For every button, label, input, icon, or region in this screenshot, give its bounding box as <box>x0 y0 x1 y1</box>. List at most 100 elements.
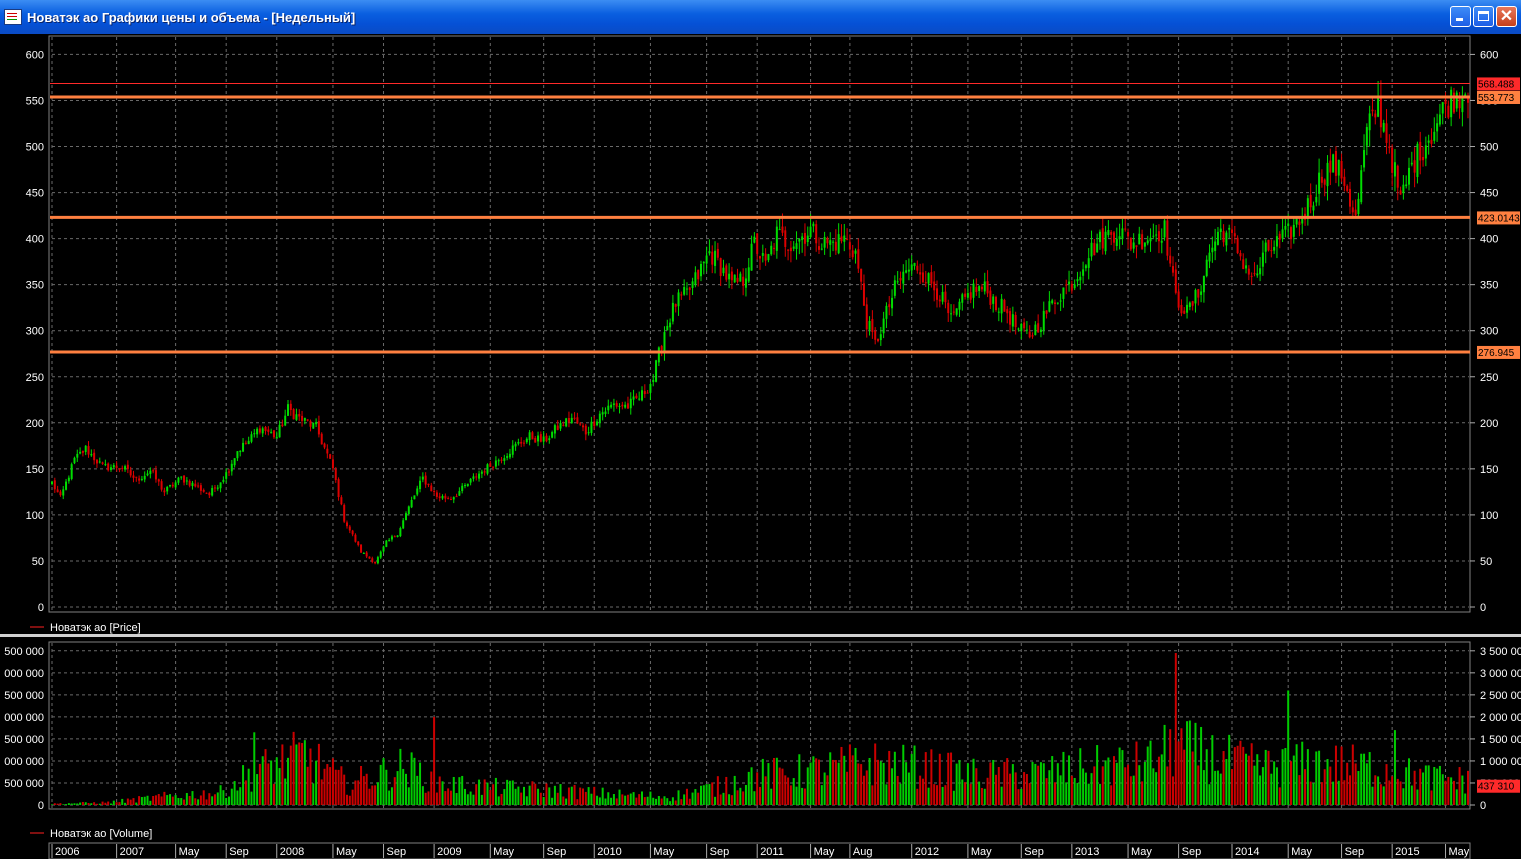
volume-bar <box>910 753 913 805</box>
candle-body <box>868 320 871 330</box>
candle-body <box>938 299 941 302</box>
volume-bar <box>140 797 143 805</box>
candle-body <box>1222 231 1225 243</box>
candle-body <box>775 226 778 251</box>
candle-body <box>1371 109 1374 112</box>
time-label: May <box>179 846 200 858</box>
candle-body <box>1166 220 1169 256</box>
price-volume-chart[interactable]: 050100150200250300350400450500550600 050… <box>0 34 1521 859</box>
volume-bar <box>1014 772 1017 805</box>
time-label: May <box>1131 846 1152 858</box>
candle-body <box>966 293 969 298</box>
candle-body <box>1118 236 1121 240</box>
candle-body <box>587 432 590 434</box>
candle-body <box>714 250 717 266</box>
candle-body <box>1298 221 1301 226</box>
candle-body <box>1379 96 1382 128</box>
price-tick-label-left: 600 <box>26 49 44 61</box>
volume-bar <box>801 787 804 805</box>
volume-bar <box>885 784 888 805</box>
volume-bar <box>1082 768 1085 805</box>
candle-body <box>1278 233 1281 240</box>
candle-body <box>1250 275 1253 277</box>
price-tick-label-right: 50 <box>1480 556 1492 568</box>
volume-bar <box>1396 778 1399 805</box>
candle-body <box>466 483 469 487</box>
candle-body <box>205 492 208 494</box>
volume-bar <box>219 785 222 805</box>
candle-body <box>1127 232 1130 237</box>
volume-bar <box>1141 781 1144 805</box>
volume-bar <box>180 798 183 805</box>
candle-body <box>604 411 607 414</box>
candle-body <box>1447 105 1450 118</box>
volume-bar <box>716 776 719 805</box>
candle-body <box>1391 147 1394 173</box>
candle-body <box>1413 160 1416 173</box>
candle-body <box>1017 328 1020 330</box>
volume-bar <box>362 776 365 805</box>
volume-bar <box>671 797 674 805</box>
volume-bar <box>1357 771 1360 805</box>
volume-bar <box>980 787 983 805</box>
candle-body <box>250 434 253 442</box>
maximize-icon <box>1478 11 1489 21</box>
volume-bar <box>1037 765 1040 805</box>
volume-bar <box>1020 788 1023 805</box>
volume-bar <box>528 785 531 805</box>
volume-bar <box>1166 766 1169 805</box>
volume-bar <box>1452 780 1455 805</box>
close-button[interactable]: ✕ <box>1496 6 1517 27</box>
candle-body <box>374 561 377 564</box>
volume-bar <box>1132 775 1135 805</box>
candle-body <box>1242 259 1245 270</box>
minimize-button[interactable] <box>1450 6 1471 27</box>
maximize-button[interactable] <box>1473 6 1494 27</box>
volume-bar <box>523 786 525 805</box>
candle-body <box>1360 170 1363 203</box>
candle-body <box>211 488 214 496</box>
volume-bar <box>348 795 351 805</box>
candle-body <box>837 234 840 254</box>
volume-bar <box>478 779 481 805</box>
volume-bar <box>480 794 483 805</box>
volume-bar <box>1447 776 1450 805</box>
candle-body <box>140 478 143 480</box>
candle-body <box>405 513 407 521</box>
volume-bar <box>1107 757 1110 805</box>
volume-bar <box>646 796 649 805</box>
candle-body <box>90 454 93 456</box>
volume-bar <box>312 783 315 805</box>
volume-bar <box>1292 755 1295 805</box>
volume-bar <box>1371 786 1374 805</box>
volume-bar <box>1028 783 1031 805</box>
volume-bar <box>371 785 374 805</box>
candle-body <box>921 272 924 283</box>
volume-bar <box>660 798 663 805</box>
volume-bar <box>174 795 177 805</box>
candle-body <box>840 236 843 242</box>
candle-body <box>632 396 635 400</box>
price-tick-label-left: 200 <box>26 418 44 430</box>
candle-body <box>1205 259 1208 277</box>
candle-body <box>1000 298 1003 314</box>
candle-body <box>413 495 416 500</box>
price-tick-label-left: 50 <box>32 556 44 568</box>
panel-separator[interactable] <box>0 634 1521 637</box>
candle-body <box>1427 140 1430 143</box>
price-tick-label-left: 350 <box>26 280 44 292</box>
window-titlebar[interactable]: Новатэк ао Графики цены и объема - [Неде… <box>0 0 1521 34</box>
volume-bar <box>1250 743 1253 805</box>
volume-bar <box>775 757 778 805</box>
candle-body <box>539 434 542 442</box>
candle-body <box>407 506 410 514</box>
volume-bar <box>1172 776 1174 805</box>
chart-app-icon <box>4 9 22 25</box>
volume-bar <box>154 795 157 805</box>
volume-bar <box>334 769 337 805</box>
volume-bar <box>73 803 76 805</box>
volume-bar <box>79 802 82 805</box>
candle-body <box>261 428 264 434</box>
candle-body <box>722 267 725 274</box>
volume-bar <box>1332 781 1335 805</box>
